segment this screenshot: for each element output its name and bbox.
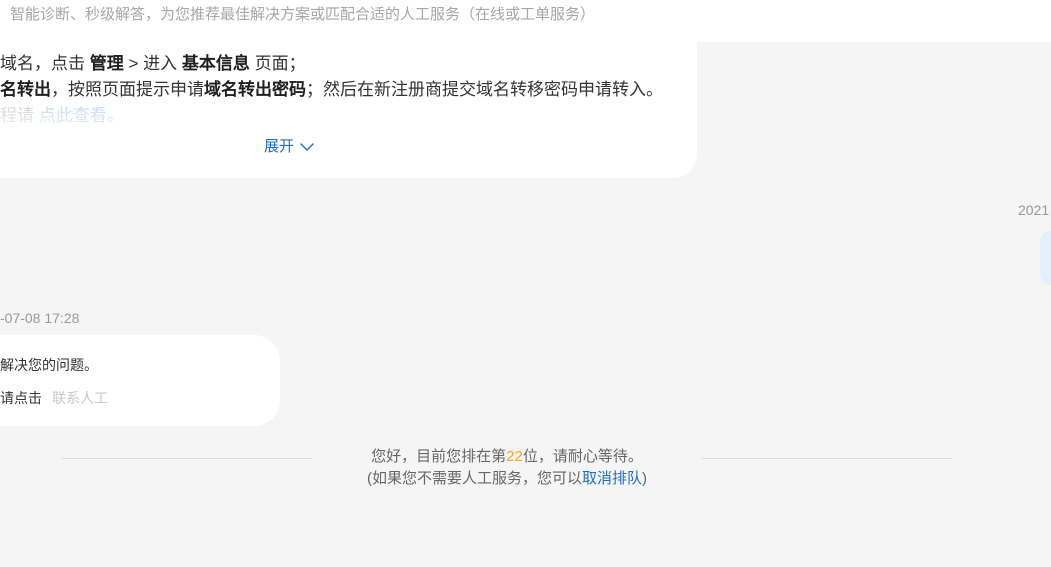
answer-bubble: 域名，点击 管理 > 进入 基本信息 页面； 名转出，按照页面提示申请域名转出密… <box>0 42 697 178</box>
header-subtitle: 智能诊断、秒级解答，为您推荐最佳解决方案或匹配合适的人工服务（在线或工单服务） <box>10 6 596 23</box>
answer-line-1-bold-manage: 管理 <box>89 54 124 73</box>
queue-notice: 您好，目前您排在第22位，请耐心等待。 (如果您不需要人工服务，您可以取消排队) <box>312 446 702 490</box>
answer-line-3-text-b: 。 <box>106 106 124 125</box>
chat-header: 智能诊断、秒级解答，为您推荐最佳解决方案或匹配合适的人工服务（在线或工单服务） <box>0 0 1051 42</box>
chat-window: 智能诊断、秒级解答，为您推荐最佳解决方案或匹配合适的人工服务（在线或工单服务） … <box>0 0 1051 567</box>
expand-button[interactable]: 展开 <box>264 137 314 157</box>
expand-label: 展开 <box>264 138 295 155</box>
answer-line-3-text-a: 程请 <box>0 106 39 125</box>
answer-line-3: 程请 点此查看。 <box>0 103 663 129</box>
cancel-queue-link[interactable]: 取消排队 <box>582 470 642 487</box>
queue-divider-right <box>702 458 952 459</box>
contact-prompt: 请点击 <box>0 390 42 406</box>
user-message-timestamp: 2021 <box>1018 202 1050 218</box>
answer-line-1-text-b: > 进入 <box>123 54 182 73</box>
answer-line-2-text-b: ；然后在新注册商提交域名转移密码申请转入。 <box>306 80 663 99</box>
user-message-bubble <box>1040 231 1051 285</box>
queue-divider-left <box>62 458 312 459</box>
answer-text: 域名，点击 管理 > 进入 基本信息 页面； 名转出，按照页面提示申请域名转出密… <box>0 51 663 129</box>
answer-line-2-text-a: ，按照页面提示申请 <box>51 80 204 99</box>
bot-message-line-1: 解决您的问题。 <box>0 357 98 373</box>
answer-line-2-bold-transfer-out: 名转出 <box>0 80 51 99</box>
queue-status-line: 您好，目前您排在第22位，请耐心等待。 <box>312 446 702 468</box>
queue-text-a: 您好，目前您排在第 <box>371 448 507 465</box>
bot-message-bubble: 解决您的问题。 请点击 联系人工 <box>0 335 280 426</box>
bot-message-line-2: 请点击 联系人工 <box>0 389 108 407</box>
queue-cancel-text-b: ) <box>642 470 647 487</box>
contact-agent-link[interactable]: 联系人工 <box>52 390 108 406</box>
answer-line-1-bold-basic-info: 基本信息 <box>181 54 250 73</box>
queue-position: 22 <box>506 448 523 465</box>
bot-message-timestamp: -07-08 17:28 <box>0 310 80 326</box>
queue-cancel-text-a: (如果您不需要人工服务，您可以 <box>366 470 582 487</box>
queue-cancel-line: (如果您不需要人工服务，您可以取消排队) <box>312 468 702 490</box>
answer-line-2: 名转出，按照页面提示申请域名转出密码；然后在新注册商提交域名转移密码申请转入。 <box>0 77 663 103</box>
chevron-down-icon <box>300 142 314 152</box>
view-details-link[interactable]: 点此查看 <box>39 106 107 125</box>
answer-line-1-text-a: 域名，点击 <box>0 54 90 73</box>
answer-line-2-bold-transfer-code: 域名转出密码 <box>204 80 306 99</box>
queue-text-b: 位，请耐心等待。 <box>522 448 643 465</box>
answer-line-1-text-c: 页面； <box>249 54 306 73</box>
answer-line-1: 域名，点击 管理 > 进入 基本信息 页面； <box>0 51 663 77</box>
